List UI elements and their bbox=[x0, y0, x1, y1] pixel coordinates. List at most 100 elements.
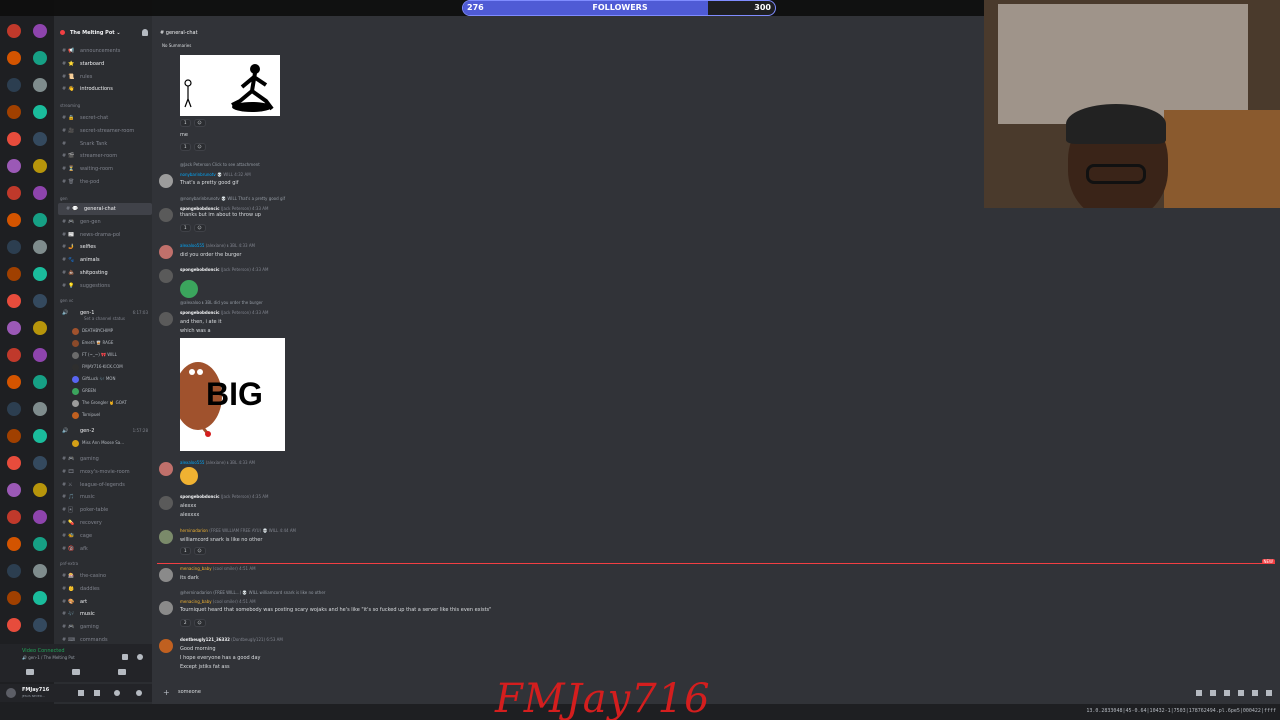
message-input[interactable]: someone bbox=[178, 689, 201, 695]
plus-icon[interactable]: + bbox=[163, 688, 170, 697]
voice-user[interactable]: Tornipuel bbox=[72, 409, 152, 421]
voice-user[interactable]: The Grongler 🤘 GOAT bbox=[72, 397, 152, 409]
disconnect-icon[interactable] bbox=[137, 654, 143, 660]
server-icon[interactable] bbox=[7, 105, 21, 119]
gear-icon[interactable] bbox=[136, 690, 142, 696]
grid-icon[interactable] bbox=[1210, 690, 1216, 696]
sidebar-item-news-drama-pol[interactable]: # 📰 news-drama-pol bbox=[54, 229, 152, 241]
username[interactable]: nonybarinbrunotv 💀 WILL 4:32 AM bbox=[180, 172, 251, 177]
avatar[interactable] bbox=[159, 639, 173, 653]
avatar[interactable] bbox=[159, 269, 173, 283]
server-icon[interactable] bbox=[7, 213, 21, 227]
sidebar-item-rules[interactable]: # 📜 rules bbox=[54, 71, 152, 83]
server-icon[interactable] bbox=[33, 402, 47, 416]
server-icon[interactable] bbox=[7, 186, 21, 200]
avatar[interactable] bbox=[6, 688, 16, 698]
voice-channel-gen-2[interactable]: 🔊 gen-2 1:57:28 bbox=[54, 425, 152, 437]
server-icon[interactable] bbox=[7, 375, 21, 389]
mute-icon[interactable] bbox=[94, 690, 100, 696]
sidebar-item-snark-tank[interactable]: # Snark Tank bbox=[54, 138, 152, 150]
server-icon[interactable] bbox=[33, 321, 47, 335]
sidebar-item-gen-gen[interactable]: # 🎮 gen-gen bbox=[54, 216, 152, 228]
voice-user[interactable]: DEATHBYCHIMP bbox=[72, 325, 152, 337]
reply-reference[interactable]: @nonybarinbrunotv 💀 WILL That's a pretty… bbox=[180, 196, 285, 201]
server-icon[interactable] bbox=[33, 456, 47, 470]
server-icon[interactable] bbox=[7, 564, 21, 578]
server-icon[interactable] bbox=[7, 294, 21, 308]
server-icon[interactable] bbox=[7, 402, 21, 416]
reaction-chip[interactable]: 1 bbox=[180, 224, 191, 232]
server-icon[interactable] bbox=[7, 483, 21, 497]
sidebar-item-music[interactable]: # 🎵 music bbox=[54, 491, 152, 503]
server-icon[interactable] bbox=[33, 51, 47, 65]
sidebar-item-streamer-room[interactable]: # 🎬 streamer-room bbox=[54, 150, 152, 162]
username[interactable]: spongebobdoncic (Jack Peterson) 4:35 AM bbox=[180, 494, 268, 499]
sidebar-item-the-pod[interactable]: # 🗑 the-pod bbox=[54, 176, 152, 188]
sidebar-item-waiting-room[interactable]: # ⏳ waiting-room bbox=[54, 163, 152, 175]
stickman-gif[interactable] bbox=[180, 55, 280, 116]
username[interactable]: dontbeugly121_36332 (Dontbeugly121) 6:53… bbox=[180, 637, 283, 642]
voice-user[interactable]: FMJAY716-KICK.COM bbox=[72, 361, 152, 373]
sidebar-item-shitposting[interactable]: # 💩 shitposting bbox=[54, 267, 152, 279]
server-header[interactable]: The Melting Pot ⌄ bbox=[54, 26, 152, 40]
sidebar-item-afk[interactable]: # 🔞 afk bbox=[54, 543, 152, 555]
sidebar-item-secret-chat[interactable]: # 🔒 secret-chat bbox=[54, 112, 152, 124]
server-icon[interactable] bbox=[33, 348, 47, 362]
username[interactable]: alexaloo555 (alexiane) ℹ 3BL 4:33 AM bbox=[180, 243, 255, 248]
server-icon[interactable] bbox=[7, 132, 21, 146]
voice-status-text[interactable]: Set a channel status bbox=[84, 316, 125, 321]
sidebar-item-cage[interactable]: # 🐝 cage bbox=[54, 530, 152, 542]
noise-suppression-icon[interactable] bbox=[122, 654, 128, 660]
avatar[interactable] bbox=[159, 312, 173, 326]
voice-user[interactable]: GiftLuck 🎶 MON bbox=[72, 373, 152, 385]
server-icon[interactable] bbox=[7, 321, 21, 335]
big-meme-image[interactable]: BIG bbox=[174, 338, 285, 451]
sidebar-item-announcements[interactable]: # 📢 announcements bbox=[54, 45, 152, 57]
sidebar-item-poker-table[interactable]: # 🃏 poker-table bbox=[54, 504, 152, 516]
add-reaction-icon[interactable]: ☺ bbox=[193, 547, 206, 555]
server-icon[interactable] bbox=[33, 564, 47, 578]
sidebar-item-general-chat[interactable]: # 💬 general-chat bbox=[58, 203, 152, 215]
server-icon[interactable] bbox=[7, 24, 21, 38]
server-icon[interactable] bbox=[33, 510, 47, 524]
camera-icon[interactable] bbox=[26, 669, 34, 675]
server-icon[interactable] bbox=[33, 159, 47, 173]
server-icon[interactable] bbox=[7, 159, 21, 173]
avatar[interactable] bbox=[159, 530, 173, 544]
server-icon[interactable] bbox=[7, 267, 21, 281]
server-icon[interactable] bbox=[33, 294, 47, 308]
screen-share-icon[interactable] bbox=[72, 669, 80, 675]
reaction-chip[interactable]: 2 bbox=[180, 619, 191, 627]
username[interactable]: menacing_baby (cool smiler) 4:51 AM bbox=[180, 599, 256, 604]
reaction-chip[interactable]: 1 bbox=[180, 143, 191, 151]
server-icon[interactable] bbox=[33, 375, 47, 389]
server-icon[interactable] bbox=[7, 78, 21, 92]
window-icon[interactable] bbox=[1224, 690, 1230, 696]
category-header[interactable]: gen vc bbox=[60, 298, 73, 303]
sidebar-item-introductions[interactable]: # 👋 introductions bbox=[54, 83, 152, 95]
server-icon[interactable] bbox=[33, 186, 47, 200]
server-icon[interactable] bbox=[33, 537, 47, 551]
reaction-chip[interactable]: 1 bbox=[180, 119, 191, 127]
sidebar-item-art[interactable]: # 🎨 art bbox=[54, 596, 152, 608]
avatar[interactable] bbox=[159, 462, 173, 476]
popout-icon[interactable] bbox=[1238, 690, 1244, 696]
server-icon[interactable] bbox=[33, 591, 47, 605]
sidebar-item-the-casino[interactable]: # 🎰 the-casino bbox=[54, 570, 152, 582]
server-icon[interactable] bbox=[7, 348, 21, 362]
sidebar-item-gaming[interactable]: # 🎮 gaming bbox=[54, 453, 152, 465]
server-icon[interactable] bbox=[33, 267, 47, 281]
username[interactable]: spongebobdoncic (Jack Peterson) 4:33 AM bbox=[180, 267, 268, 272]
mic-icon[interactable] bbox=[78, 690, 84, 696]
server-icon[interactable] bbox=[7, 510, 21, 524]
server-icon[interactable] bbox=[7, 240, 21, 254]
username[interactable]: herninadarion (FREE WILLIAM FREE AYU) 💀 … bbox=[180, 528, 296, 533]
server-icon[interactable] bbox=[33, 483, 47, 497]
sidebar-item-suggestions[interactable]: # 💡 suggestions bbox=[54, 280, 152, 292]
sidebar-item-starboard[interactable]: # ⭐ starboard bbox=[54, 58, 152, 70]
server-icon[interactable] bbox=[33, 618, 47, 632]
category-header[interactable]: streaming bbox=[60, 103, 80, 108]
server-icon[interactable] bbox=[33, 78, 47, 92]
voice-user[interactable]: Emeth 🥃 RAGE bbox=[72, 337, 152, 349]
username[interactable]: spongebobdoncic (Jack Peterson) 4:33 AM bbox=[180, 310, 268, 315]
